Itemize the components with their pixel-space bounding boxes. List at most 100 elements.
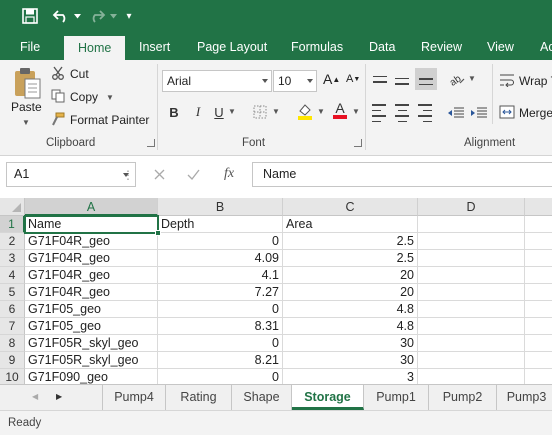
data-cell[interactable] xyxy=(418,250,525,267)
align-left-icon[interactable] xyxy=(372,102,388,124)
data-cell[interactable] xyxy=(525,301,552,318)
data-cell[interactable] xyxy=(418,233,525,250)
data-cell[interactable] xyxy=(418,318,525,335)
data-cell[interactable] xyxy=(418,335,525,352)
copy-dropdown-icon[interactable]: ▼ xyxy=(106,93,114,102)
cancel-icon[interactable] xyxy=(150,165,168,183)
header-cell[interactable] xyxy=(525,216,552,233)
undo-dropdown-icon[interactable] xyxy=(72,4,82,28)
enter-icon[interactable] xyxy=(184,165,202,183)
format-painter-button[interactable]: Format Painter xyxy=(51,111,149,129)
formula-input[interactable]: Name xyxy=(252,162,552,187)
redo-icon[interactable] xyxy=(86,4,108,28)
align-center-icon[interactable] xyxy=(394,102,410,124)
row-header[interactable]: 7 xyxy=(0,318,25,335)
sheet-tab-shape[interactable]: Shape xyxy=(232,385,292,410)
fill-handle[interactable] xyxy=(155,230,161,236)
data-cell[interactable] xyxy=(418,267,525,284)
data-cell[interactable]: G71F05_geo xyxy=(25,318,158,335)
data-cell[interactable] xyxy=(525,318,552,335)
font-color-icon[interactable]: A xyxy=(329,99,351,121)
font-color-dropdown-icon[interactable]: ▼ xyxy=(352,107,360,116)
tab-home[interactable]: Home xyxy=(64,36,126,60)
save-icon[interactable] xyxy=(16,4,44,28)
borders-icon[interactable] xyxy=(249,101,271,123)
row-header[interactable]: 5 xyxy=(0,284,25,301)
row-header[interactable]: 4 xyxy=(0,267,25,284)
sheet-tab-pump2[interactable]: Pump2 xyxy=(429,385,497,410)
decrease-font-size-button[interactable]: A ▼ xyxy=(346,73,360,85)
redo-dropdown-icon[interactable] xyxy=(108,4,118,28)
tab-formulas[interactable]: Formulas xyxy=(291,34,343,60)
tab-file[interactable]: File xyxy=(20,34,40,60)
data-cell[interactable]: G71F05R_skyl_geo xyxy=(25,335,158,352)
data-cell[interactable]: G71F04R_geo xyxy=(25,267,158,284)
header-cell[interactable] xyxy=(418,216,525,233)
sheet-tab-pump1[interactable]: Pump1 xyxy=(364,385,429,410)
column-header-d[interactable]: D xyxy=(418,198,525,216)
data-cell[interactable]: G71F05_geo xyxy=(25,301,158,318)
tab-view[interactable]: View xyxy=(487,34,514,60)
underline-dropdown-icon[interactable]: ▼ xyxy=(228,107,236,116)
borders-dropdown-icon[interactable]: ▼ xyxy=(272,107,280,116)
scroll-sheets-right-icon[interactable]: ▶ xyxy=(56,392,62,401)
select-all-button[interactable] xyxy=(0,198,25,216)
paste-dropdown-icon[interactable]: ▼ xyxy=(22,118,30,127)
data-cell[interactable] xyxy=(525,250,552,267)
orientation-dropdown-icon[interactable]: ▼ xyxy=(468,74,476,83)
increase-font-size-button[interactable]: A ▲ xyxy=(323,71,340,87)
scroll-sheets-left-icon[interactable]: ◀ xyxy=(32,392,38,401)
data-cell[interactable] xyxy=(525,233,552,250)
tab-review[interactable]: Review xyxy=(421,34,462,60)
decrease-indent-icon[interactable] xyxy=(445,102,467,124)
data-cell[interactable] xyxy=(525,352,552,369)
data-cell[interactable]: 4.8 xyxy=(283,301,418,318)
sheet-tab-pump3[interactable]: Pump3 xyxy=(497,385,552,410)
tab-addins[interactable]: Ac xyxy=(540,34,552,60)
undo-icon[interactable] xyxy=(50,4,72,28)
data-cell[interactable]: 0 xyxy=(158,335,283,352)
data-cell[interactable]: 0 xyxy=(158,233,283,250)
data-cell[interactable]: 30 xyxy=(283,352,418,369)
insert-function-icon[interactable]: fx xyxy=(220,165,238,183)
name-box[interactable]: A1 xyxy=(6,162,136,187)
data-cell[interactable]: G71F05R_skyl_geo xyxy=(25,352,158,369)
underline-button[interactable]: U xyxy=(208,101,230,123)
data-cell[interactable] xyxy=(525,284,552,301)
data-cell[interactable]: 20 xyxy=(283,267,418,284)
column-header-partial[interactable] xyxy=(525,198,552,216)
data-cell[interactable]: 4.09 xyxy=(158,250,283,267)
sheet-tab-pump4[interactable]: Pump4 xyxy=(102,385,166,410)
paste-icon[interactable] xyxy=(10,66,44,100)
align-right-icon[interactable] xyxy=(416,102,432,124)
align-bottom-icon[interactable] xyxy=(415,68,437,90)
data-cell[interactable]: 7.27 xyxy=(158,284,283,301)
data-cell[interactable]: 0 xyxy=(158,301,283,318)
row-header[interactable]: 2 xyxy=(0,233,25,250)
data-cell[interactable]: 2.5 xyxy=(283,250,418,267)
data-cell[interactable]: 30 xyxy=(283,335,418,352)
tab-insert[interactable]: Insert xyxy=(139,34,170,60)
cut-button[interactable]: Cut xyxy=(51,65,89,83)
data-cell[interactable] xyxy=(418,284,525,301)
column-header-b[interactable]: B xyxy=(158,198,283,216)
customize-qat-icon[interactable]: ▾ xyxy=(122,4,136,28)
merge-center-button[interactable]: Merge xyxy=(499,104,552,122)
increase-indent-icon[interactable] xyxy=(468,102,490,124)
row-header[interactable]: 3 xyxy=(0,250,25,267)
column-header-a[interactable]: A xyxy=(25,198,158,216)
data-cell[interactable] xyxy=(525,335,552,352)
font-size-select[interactable]: 10 xyxy=(273,70,317,92)
data-cell[interactable]: 2.5 xyxy=(283,233,418,250)
align-top-icon[interactable] xyxy=(372,68,388,90)
font-launcher-icon[interactable] xyxy=(354,139,362,147)
font-name-select[interactable]: Arial xyxy=(162,70,272,92)
data-cell[interactable]: G71F04R_geo xyxy=(25,233,158,250)
data-cell[interactable]: 8.31 xyxy=(158,318,283,335)
data-cell[interactable]: 20 xyxy=(283,284,418,301)
sheet-tab-rating[interactable]: Rating xyxy=(166,385,232,410)
data-cell[interactable]: G71F04R_geo xyxy=(25,250,158,267)
bold-button[interactable]: B xyxy=(163,101,185,123)
data-cell[interactable] xyxy=(525,267,552,284)
formula-bar-grip-icon[interactable]: ⋮ xyxy=(122,168,134,182)
